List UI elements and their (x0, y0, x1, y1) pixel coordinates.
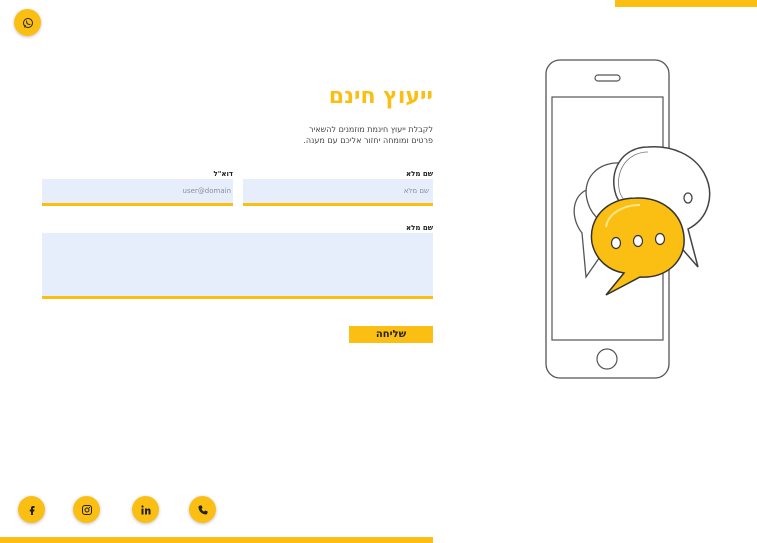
bottom-accent-bar (0, 537, 433, 543)
name-label: שם מלא (405, 170, 433, 178)
top-accent-bar (615, 0, 757, 7)
subtitle-line-1: לקבלת ייעוץ חינמת מוזמנים להשאיר (308, 125, 433, 134)
send-button[interactable]: שליחה (349, 326, 433, 343)
whatsapp-icon (22, 17, 33, 28)
whatsapp-button[interactable] (14, 9, 41, 36)
email-field[interactable] (42, 179, 233, 206)
facebook-button[interactable] (18, 496, 45, 523)
email-label: דוא"ל (213, 170, 234, 178)
instagram-icon (81, 504, 92, 515)
linkedin-icon (140, 504, 150, 514)
phone-icon (198, 505, 207, 514)
instagram-button[interactable] (73, 496, 100, 523)
name-field[interactable] (243, 179, 433, 206)
phone-button[interactable] (189, 496, 216, 523)
linkedin-button[interactable] (132, 496, 159, 523)
page-subtitle: לקבלת ייעוץ חינמת מוזמנים להשאיר פרטים ו… (303, 124, 433, 146)
phone-chat-illustration (545, 59, 711, 379)
subtitle-line-2: פרטים ומומחה יחזור אליכם עם מענה. (303, 136, 433, 145)
page-title: ייעוץ חינם (328, 84, 433, 109)
message-field[interactable] (42, 233, 433, 299)
facebook-icon (29, 505, 34, 515)
message-label: שם מלא (405, 224, 433, 232)
